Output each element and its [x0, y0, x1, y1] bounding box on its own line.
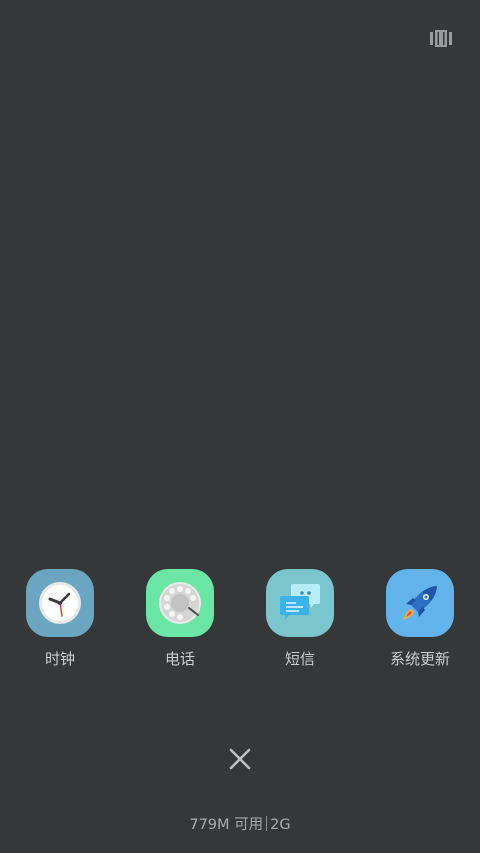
app-phone[interactable]: 电话: [130, 568, 230, 678]
app-label: 短信: [284, 650, 315, 668]
card-view-icon: [430, 30, 452, 47]
clock-icon: [26, 569, 94, 637]
app-label: 时钟: [44, 650, 75, 668]
memory-total: 2G: [270, 817, 291, 833]
close-icon: [229, 748, 251, 770]
app-messages[interactable]: 短信: [250, 568, 350, 678]
app-clock[interactable]: 时钟: [10, 568, 110, 678]
recent-apps-row: 时钟 电话 短信 系统更新: [0, 568, 480, 678]
app-system-update[interactable]: 系统更新: [370, 568, 470, 678]
rotary-phone-icon: [146, 569, 214, 637]
rocket-icon: [386, 569, 454, 637]
app-label: 电话: [164, 650, 195, 668]
memory-status: 779M 可用 2G: [0, 814, 480, 836]
recent-apps-screen: 时钟 电话 短信 系统更新 779M 可用 2G: [0, 0, 480, 853]
close-all-button[interactable]: [227, 746, 253, 772]
app-label: 系统更新: [389, 650, 450, 668]
view-toggle-button[interactable]: [430, 30, 452, 47]
message-bubbles-icon: [266, 569, 334, 637]
memory-separator: [266, 816, 268, 831]
memory-available: 779M 可用: [189, 817, 264, 833]
